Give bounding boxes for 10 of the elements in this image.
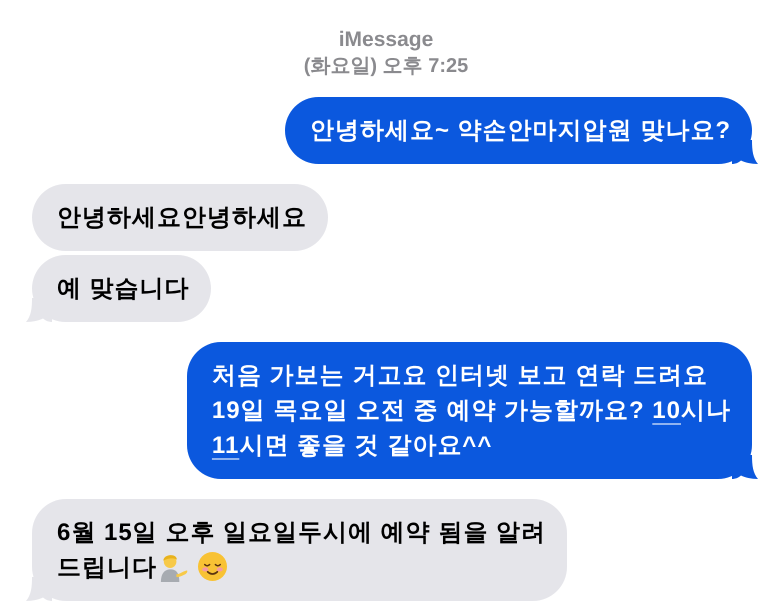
time-link[interactable]: 10 bbox=[652, 397, 681, 424]
message-text: 처음 가보는 거고요 인터넷 보고 연락 드려요 19일 목요일 오전 중 예약 가능할까요? 10시나 11시면 좋을 것 같아요^^ bbox=[212, 361, 731, 461]
message-timestamp: (화요일) 오후 7:25 bbox=[304, 54, 468, 79]
message-text: 6월 15일 오후 일요일두시에 예약 됨을 알려 드립니다 bbox=[57, 518, 546, 584]
smiley-icon bbox=[197, 551, 228, 582]
message-text: 안녕하세요안녕하세요 bbox=[57, 203, 307, 233]
message-text: 예 맞습니다 bbox=[57, 274, 190, 304]
time-link[interactable]: 11 bbox=[212, 432, 240, 459]
message-text: 안녕하세요~ 약손안마지압원 맞나요? bbox=[310, 116, 731, 146]
service-label: iMessage bbox=[338, 27, 434, 53]
